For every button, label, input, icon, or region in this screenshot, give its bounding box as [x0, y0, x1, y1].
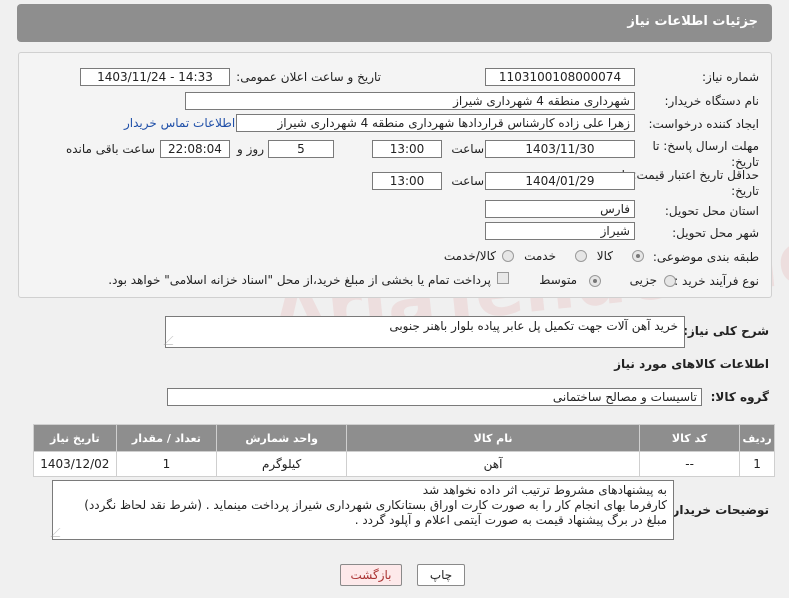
buyer-org-label: نام دستگاه خریدار:	[664, 94, 760, 108]
col-unit: واحد شمارش	[216, 424, 348, 452]
goods-table: ردیف کد کالا نام کالا واحد شمارش تعداد /…	[33, 424, 775, 477]
process-medium-radio[interactable]	[589, 275, 601, 287]
price-validity-time-field[interactable]: 13:00	[372, 172, 442, 190]
col-goods-name: نام کالا	[346, 424, 641, 452]
announce-label: تاریخ و ساعت اعلان عمومی:	[236, 70, 381, 84]
process-minor-label: جزیی	[629, 273, 657, 287]
category-goods-service-label: کالا/خدمت	[443, 249, 496, 263]
col-row-number: ردیف	[739, 424, 775, 452]
requester-label: ایجاد کننده درخواست:	[648, 117, 759, 131]
goods-table-header: ردیف کد کالا نام کالا واحد شمارش تعداد /…	[33, 424, 775, 452]
page-header: جزئیات اطلاعات نیاز	[17, 4, 772, 42]
deadline-date-field[interactable]: 1403/11/30	[485, 140, 635, 158]
buyer-notes-textarea[interactable]: به پیشنهادهای مشروط ترتیب اثر داده نخواه…	[50, 480, 674, 540]
cell-row-number: 1	[739, 451, 775, 477]
goods-group-field[interactable]: تاسیسات و مصالح ساختمانی	[167, 388, 702, 406]
deadline-time-label: ساعت	[451, 142, 484, 156]
cell-need-date: 1403/12/02	[33, 451, 117, 477]
page-title: جزئیات اطلاعات نیاز	[627, 14, 758, 29]
category-service-label: خدمت	[524, 249, 556, 263]
province-field[interactable]: فارس	[485, 200, 635, 218]
deadline-label: مهلت ارسال پاسخ: تا تاریخ:	[652, 139, 759, 169]
need-number-label: شماره نیاز:	[702, 70, 759, 84]
days-label: روز و	[237, 142, 264, 156]
goods-section-title: اطلاعات کالاهای مورد نیاز	[614, 357, 769, 371]
summary-text: خرید آهن آلات جهت تکمیل پل عابر پیاده بل…	[389, 319, 678, 333]
category-goods-label: کالا	[596, 249, 613, 263]
buyer-notes-line: به پیشنهادهای مشروط ترتیب اثر داده نخواه…	[422, 483, 667, 497]
cell-quantity: 1	[115, 451, 218, 477]
treasury-payment-checkbox[interactable]	[497, 272, 509, 284]
col-need-date: تاریخ نیاز	[33, 424, 117, 452]
buyer-notes-line: کارفرما بهای انجام کار را به صورت کارت ا…	[84, 498, 667, 512]
cell-unit: کیلوگرم	[216, 451, 348, 477]
resize-grip-icon[interactable]	[50, 528, 69, 537]
category-service-radio[interactable]	[575, 250, 587, 262]
back-button[interactable]: بازگشت	[340, 564, 402, 586]
remaining-time-label: ساعت باقی مانده	[65, 142, 155, 156]
process-label: نوع فرآیند خرید :	[674, 274, 759, 288]
print-button[interactable]: چاپ	[417, 564, 465, 586]
treasury-payment-note: پرداخت تمام یا بخشی از مبلغ خرید،از محل …	[108, 273, 491, 287]
cell-goods-code: --	[639, 451, 741, 477]
resize-grip-icon[interactable]	[163, 336, 182, 345]
cell-goods-name: آهن	[346, 451, 641, 477]
summary-textarea[interactable]: خرید آهن آلات جهت تکمیل پل عابر پیاده بل…	[163, 316, 685, 348]
requester-field[interactable]: زهرا علی زاده کارشناس قراردادها شهرداری …	[236, 114, 635, 132]
buyer-notes-label: توضیحات خریدار:	[667, 503, 769, 517]
col-goods-code: کد کالا	[639, 424, 741, 452]
process-minor-radio[interactable]	[664, 275, 676, 287]
category-goods-radio[interactable]	[632, 250, 644, 262]
price-validity-time-label: ساعت	[451, 174, 484, 188]
price-validity-date-field[interactable]: 1404/01/29	[485, 172, 635, 190]
category-label: طبقه بندی موضوعی:	[652, 250, 759, 264]
remaining-time-field[interactable]: 22:08:04	[160, 140, 230, 158]
col-quantity: تعداد / مقدار	[115, 424, 218, 452]
need-number-field[interactable]: 1103100108000074	[485, 68, 635, 86]
buyer-notes-line: مبلغ در برگ پیشنهاد قیمت به صورت آیتمی ا…	[354, 513, 667, 527]
city-label: شهر محل تحویل:	[672, 226, 759, 240]
goods-group-label: گروه کالا:	[710, 390, 769, 404]
price-validity-label: حداقل تاریخ اعتبار قیمت: تا تاریخ:	[621, 168, 759, 198]
deadline-time-field[interactable]: 13:00	[372, 140, 442, 158]
province-label: استان محل تحویل:	[664, 204, 759, 218]
buyer-org-field[interactable]: شهرداری منطقه 4 شهرداری شیراز	[185, 92, 635, 110]
buyer-contact-link[interactable]: اطلاعات تماس خریدار	[124, 116, 235, 130]
summary-label: شرح کلی نیاز:	[683, 324, 769, 338]
city-field[interactable]: شیراز	[485, 222, 635, 240]
announce-datetime-field[interactable]: 1403/11/24 - 14:33	[80, 68, 230, 86]
days-remaining-field[interactable]: 5	[268, 140, 334, 158]
category-goods-service-radio[interactable]	[502, 250, 514, 262]
table-row[interactable]: 1 -- آهن کیلوگرم 1 1403/12/02	[33, 451, 775, 477]
process-medium-label: متوسط	[539, 273, 577, 287]
